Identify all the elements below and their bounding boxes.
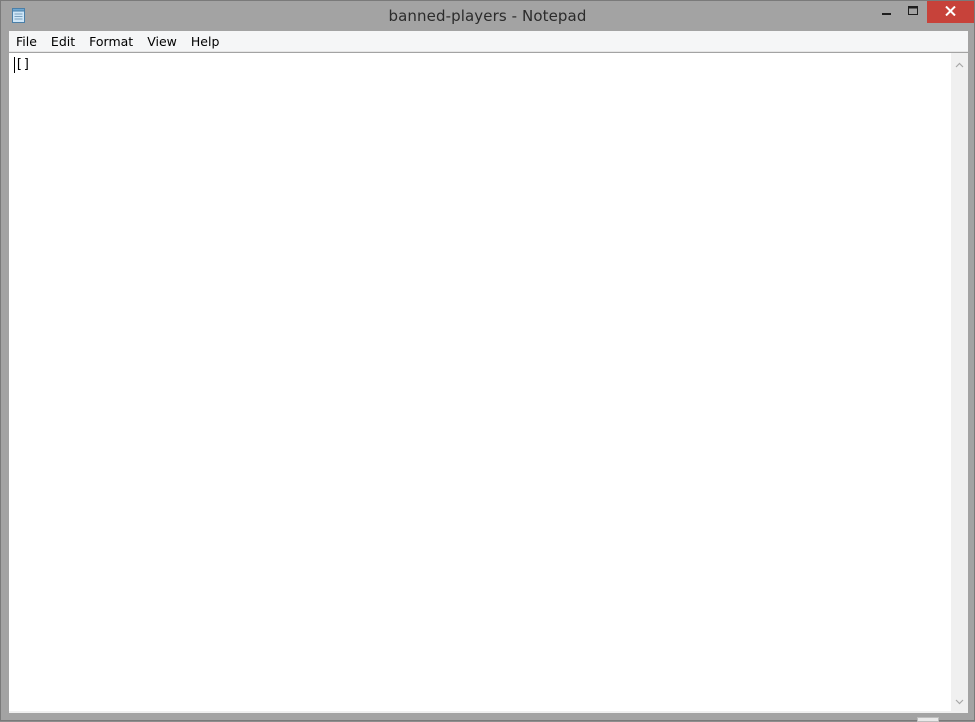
scroll-up-button[interactable] <box>951 55 968 72</box>
resize-grip[interactable] <box>917 717 939 722</box>
minimize-button[interactable] <box>873 1 900 23</box>
menu-help[interactable]: Help <box>184 31 227 52</box>
editor-content[interactable]: [] <box>15 57 31 72</box>
text-editor-area[interactable]: [] <box>9 53 951 711</box>
menu-bar: File Edit Format View Help <box>9 31 968 52</box>
window-title: banned-players - Notepad <box>388 7 587 25</box>
chevron-up-icon <box>955 55 964 73</box>
menu-file[interactable]: File <box>9 31 44 52</box>
notepad-window: banned-players - Notepad File Edit Forma… <box>0 0 975 722</box>
window-controls <box>873 1 974 23</box>
close-icon <box>945 3 956 21</box>
title-bar[interactable]: banned-players - Notepad <box>1 1 974 31</box>
menu-edit[interactable]: Edit <box>44 31 82 52</box>
vertical-scrollbar[interactable] <box>951 53 968 711</box>
close-button[interactable] <box>927 1 974 23</box>
menu-format[interactable]: Format <box>82 31 140 52</box>
maximize-button[interactable] <box>900 1 927 23</box>
chevron-down-icon <box>955 692 964 710</box>
scroll-down-button[interactable] <box>951 692 968 709</box>
maximize-icon <box>908 3 919 21</box>
menu-view[interactable]: View <box>140 31 184 52</box>
minimize-icon <box>881 3 892 21</box>
window-bottom-edge <box>9 711 968 713</box>
